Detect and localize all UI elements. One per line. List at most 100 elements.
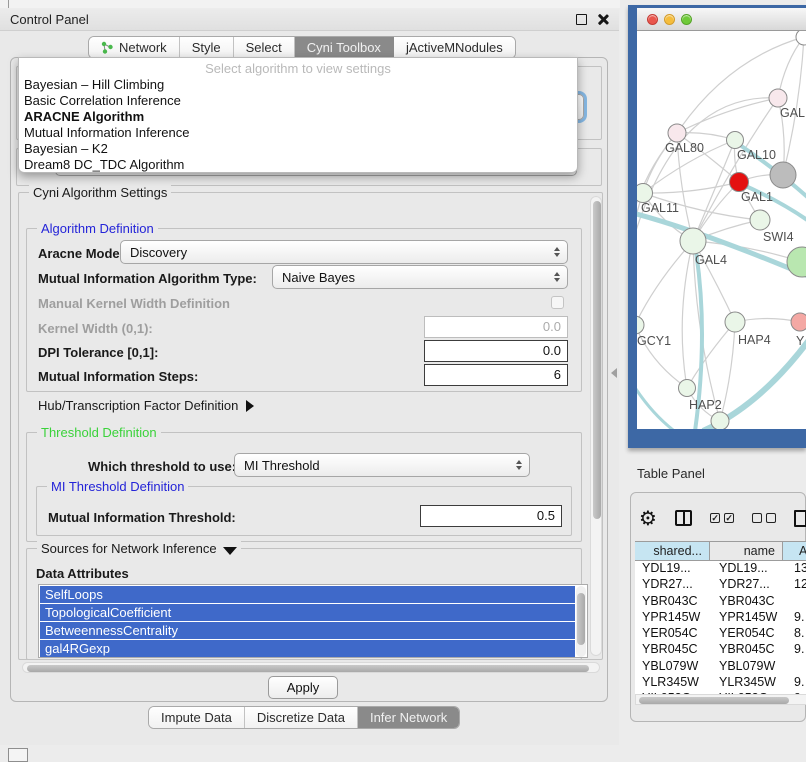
dpi-tolerance-field[interactable]: 0.0 xyxy=(424,340,568,362)
node-bottom[interactable] xyxy=(711,412,729,429)
collapsed-panel-icon[interactable] xyxy=(8,748,28,762)
table-panel: ⚙ ✓✓ shared... name A YDL19...YDL19...13… xyxy=(630,492,806,722)
app-root: Control Panel Network Style Select Cyni … xyxy=(0,0,806,762)
tab-jactivemnodules-label: jActiveMNodules xyxy=(406,40,503,55)
select-all-columns-icon[interactable]: ✓✓ xyxy=(710,513,734,523)
mi-threshold-field[interactable]: 0.5 xyxy=(420,505,562,527)
tab-discretize-data-label: Discretize Data xyxy=(257,710,345,725)
node-hap2[interactable] xyxy=(679,380,696,397)
dropdown-item-mutual-information[interactable]: Mutual Information Inference xyxy=(19,125,577,141)
export-table-icon[interactable] xyxy=(794,510,806,527)
attribute-item-gal4rgexp[interactable]: gal4RGexp xyxy=(40,640,575,657)
node-salmon-label: Y xyxy=(796,334,805,348)
algorithm-definition-title: Algorithm Definition xyxy=(37,221,158,236)
node-gal80[interactable] xyxy=(668,124,686,142)
mi-steps-field[interactable]: 6 xyxy=(424,364,568,386)
tab-discretize-data[interactable]: Discretize Data xyxy=(245,707,358,728)
listbox-vertical-scrollbar[interactable] xyxy=(576,586,586,657)
which-threshold-combobox[interactable]: MI Threshold xyxy=(234,453,530,477)
table-row[interactable]: YPR145WYPR145W9. xyxy=(635,610,806,626)
cell-value: 9. xyxy=(787,610,806,626)
kernel-width-field[interactable]: 0.0 xyxy=(424,316,568,338)
table-horizontal-scrollbar-thumb[interactable] xyxy=(639,697,789,704)
manual-kernel-width-checkbox[interactable] xyxy=(551,296,564,309)
network-window-titlebar[interactable] xyxy=(637,8,806,31)
apply-button[interactable]: Apply xyxy=(268,676,338,699)
listbox-scrollbar-thumb[interactable] xyxy=(577,593,585,645)
settings-vertical-scrollbar[interactable] xyxy=(590,196,602,656)
mi-algorithm-type-combobox[interactable]: Naive Bayes xyxy=(272,265,568,289)
settings-horizontal-scrollbar-thumb[interactable] xyxy=(27,665,589,672)
cell-name: YPR145W xyxy=(712,610,787,626)
dropdown-item-aracne[interactable]: ARACNE Algorithm xyxy=(19,109,577,125)
table-row[interactable]: YER054CYER054C8. xyxy=(635,626,806,642)
aracne-mode-combobox[interactable]: Discovery xyxy=(120,240,568,264)
dropdown-prompt: Select algorithm to view settings xyxy=(19,58,577,77)
node-gcy1[interactable] xyxy=(637,316,644,334)
table-row[interactable]: YDR27...YDR27...12 xyxy=(635,577,806,593)
table-horizontal-scrollbar[interactable] xyxy=(635,694,806,705)
minimize-traffic-light-icon[interactable] xyxy=(664,14,675,25)
table-row[interactable]: YLR345WYLR345W9. xyxy=(635,675,806,691)
tab-jactivemnodules[interactable]: jActiveMNodules xyxy=(394,37,515,58)
deselect-all-columns-icon[interactable] xyxy=(752,513,776,523)
sources-title-row[interactable]: Sources for Network Inference xyxy=(37,541,241,556)
node-gal11[interactable] xyxy=(637,184,653,203)
cell-shared-name: YDL19... xyxy=(635,561,712,577)
data-attributes-listbox[interactable]: SelfLoops TopologicalCoefficient Between… xyxy=(38,584,588,658)
table-row[interactable]: YBL079WYBL079W xyxy=(635,659,806,675)
dropdown-item-bayesian-k2[interactable]: Bayesian – K2 xyxy=(19,141,577,157)
tab-select[interactable]: Select xyxy=(234,37,295,58)
node-top[interactable] xyxy=(796,31,806,45)
control-panel-tabbar: Network Style Select Cyni Toolbox jActiv… xyxy=(88,36,516,59)
float-window-icon[interactable] xyxy=(576,14,587,25)
table-row[interactable]: YDL19...YDL19...13 xyxy=(635,561,806,577)
attribute-item-selfloops[interactable]: SelfLoops xyxy=(40,586,575,603)
node-gal10[interactable] xyxy=(727,132,744,149)
node-table: shared... name A YDL19...YDL19...13 YDR2… xyxy=(635,541,806,705)
tab-style[interactable]: Style xyxy=(180,37,234,58)
settings-horizontal-scrollbar[interactable] xyxy=(22,662,600,673)
attribute-item-betweennesscentrality[interactable]: BetweennessCentrality xyxy=(40,622,575,639)
which-threshold-value: MI Threshold xyxy=(244,458,320,473)
node-biggreen[interactable] xyxy=(787,247,806,277)
settings-vertical-scrollbar-thumb[interactable] xyxy=(593,201,601,519)
dropdown-item-dream8[interactable]: Dream8 DC_TDC Algorithm xyxy=(19,157,577,173)
node-gal[interactable] xyxy=(769,89,787,107)
hub-definition-expander[interactable]: Hub/Transcription Factor Definition xyxy=(38,398,254,413)
node-swi4[interactable] xyxy=(750,210,770,230)
table-row[interactable]: YBR043CYBR043C xyxy=(635,594,806,610)
panel-divider-handle[interactable] xyxy=(611,368,617,378)
network-edge xyxy=(778,37,804,98)
node-gal1[interactable] xyxy=(730,173,749,192)
node-gal4[interactable] xyxy=(680,228,706,254)
tab-impute-data[interactable]: Impute Data xyxy=(149,707,245,728)
dropdown-item-basic-correlation[interactable]: Basic Correlation Inference xyxy=(19,93,577,109)
close-traffic-light-icon[interactable] xyxy=(647,14,658,25)
cell-shared-name: YER054C xyxy=(635,626,712,642)
close-icon[interactable] xyxy=(596,13,609,26)
node-gray[interactable] xyxy=(770,162,796,188)
which-threshold-label: Which threshold to use: xyxy=(88,459,236,474)
column-header-name[interactable]: name xyxy=(710,542,783,560)
attribute-item-topologicalcoefficient[interactable]: TopologicalCoefficient xyxy=(40,604,575,621)
node-salmon[interactable] xyxy=(791,313,806,331)
cell-shared-name: YDR27... xyxy=(635,577,712,593)
cell-name: YBR043C xyxy=(712,594,787,610)
table-row[interactable]: YBR045CYBR045C9. xyxy=(635,642,806,658)
split-view-icon[interactable] xyxy=(675,510,692,526)
aracne-mode-label: Aracne Mode: xyxy=(38,246,124,261)
node-hap4[interactable] xyxy=(725,312,745,332)
column-header-partial[interactable]: A xyxy=(783,542,806,560)
dropdown-item-bayesian-hill-climbing[interactable]: Bayesian – Hill Climbing xyxy=(19,77,577,93)
cell-value: 9. xyxy=(787,675,806,691)
tab-cyni-toolbox[interactable]: Cyni Toolbox xyxy=(295,37,394,58)
tab-network[interactable]: Network xyxy=(89,37,180,58)
network-canvas[interactable]: GALGAL80GAL10GAL1GAL11SWI4GAL4GCY1HAP4YH… xyxy=(637,31,806,429)
network-edge xyxy=(677,98,778,133)
column-header-shared-name[interactable]: shared... xyxy=(635,542,710,560)
cell-value xyxy=(787,594,806,610)
gear-icon[interactable]: ⚙ xyxy=(639,508,657,528)
zoom-traffic-light-icon[interactable] xyxy=(681,14,692,25)
tab-infer-network[interactable]: Infer Network xyxy=(358,707,459,728)
